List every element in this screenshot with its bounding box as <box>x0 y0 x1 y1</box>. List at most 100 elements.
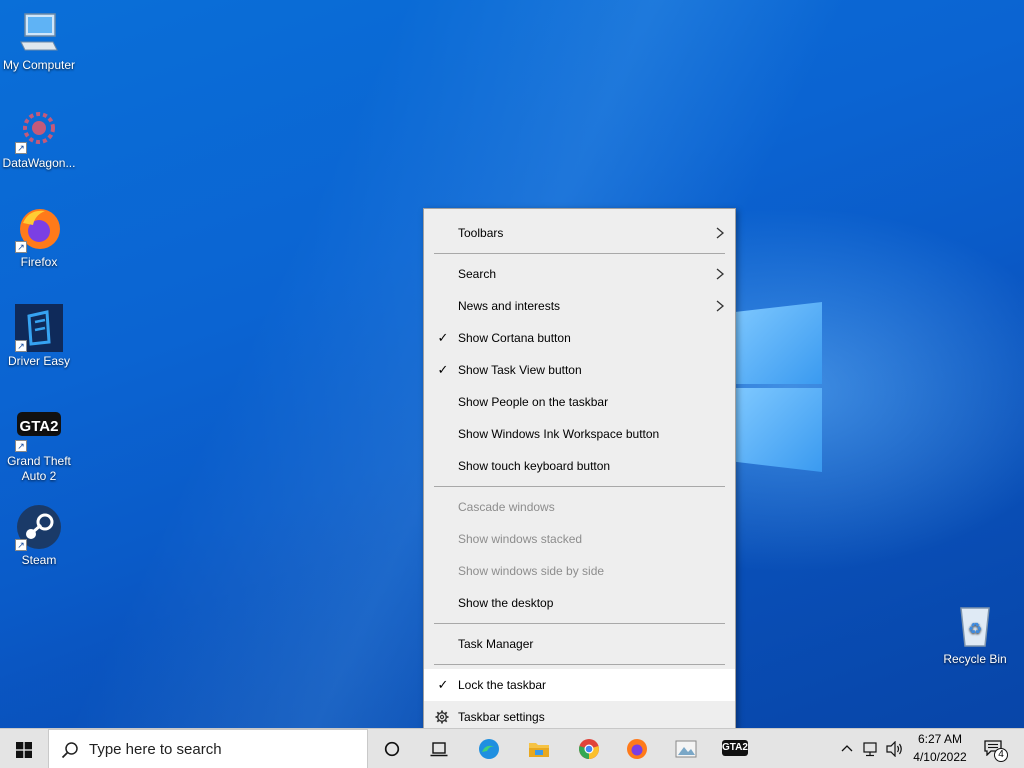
firefox-icon: ↗ <box>15 205 63 253</box>
menu-item-toolbars[interactable]: Toolbars <box>424 217 735 249</box>
checkmark-icon: ✓ <box>437 362 449 377</box>
menu-item-label: Taskbar settings <box>458 710 545 724</box>
shortcut-arrow-icon: ↗ <box>15 440 27 452</box>
cortana-button[interactable] <box>370 729 414 768</box>
menu-item-label: Show Task View button <box>458 363 582 377</box>
recycle-bin-icon: ♻ <box>951 602 999 650</box>
action-center-button[interactable]: 4 <box>976 729 1012 768</box>
menu-item-lock-the-taskbar[interactable]: ✓ Lock the taskbar <box>424 669 735 701</box>
gear-icon <box>435 710 449 724</box>
menu-item-news-and-interests[interactable]: News and interests <box>424 290 735 322</box>
taskbar-context-menu: Toolbars Search News and interests ✓ Sho… <box>423 208 736 742</box>
menu-item-show-windows-ink[interactable]: Show Windows Ink Workspace button <box>424 418 735 450</box>
network-tray-button[interactable] <box>860 729 882 768</box>
menu-item-label: Show the desktop <box>458 596 554 610</box>
desktop-icon-label: My Computer <box>2 58 76 72</box>
volume-tray-button[interactable] <box>884 729 906 768</box>
shortcut-arrow-icon: ↗ <box>15 539 27 551</box>
menu-item-show-windows-side-by-side: Show windows side by side <box>424 555 735 587</box>
gta2-logo-text: GTA2 <box>20 418 59 435</box>
driver-easy-icon: ↗ <box>15 304 63 352</box>
search-icon <box>61 742 78 759</box>
clock-button[interactable]: 6:27 AM 4/10/2022 <box>908 729 972 768</box>
datawagon-icon: ↗ <box>15 106 63 154</box>
taskbar-app-firefox[interactable] <box>616 729 660 768</box>
menu-item-show-cortana-button[interactable]: ✓ Show Cortana button <box>424 322 735 354</box>
desktop-icon-label: Grand Theft Auto 2 <box>7 454 71 483</box>
menu-item-label: Show windows stacked <box>458 532 583 546</box>
taskbar: Type here to search GTA2 6:27 AM 4/10/20… <box>0 728 1024 768</box>
menu-item-label: Lock the taskbar <box>458 678 547 692</box>
folder-icon <box>529 743 549 757</box>
chevron-up-icon <box>841 745 853 752</box>
desktop-icon-label: Steam <box>21 553 57 567</box>
menu-item-show-touch-keyboard[interactable]: Show touch keyboard button <box>424 450 735 482</box>
gta2-icon: GTA2 <box>722 740 748 756</box>
menu-item-cascade-windows: Cascade windows <box>424 491 735 523</box>
taskbar-app-chrome[interactable] <box>568 729 612 768</box>
clock-time: 6:27 AM <box>917 732 963 746</box>
chrome-icon <box>579 739 599 759</box>
clock-date: 4/10/2022 <box>913 750 967 764</box>
desktop-icon-driver-easy[interactable]: ↗ Driver Easy <box>0 304 78 369</box>
menu-item-show-task-view-button[interactable]: ✓ Show Task View button <box>424 354 735 386</box>
desktop-icon-datawagon[interactable]: ↗ DataWagon... <box>0 106 78 171</box>
desktop-icon-label: Firefox <box>20 255 58 269</box>
menu-item-label: News and interests <box>458 299 561 313</box>
desktop-icon-recycle-bin[interactable]: ♻ Recycle Bin <box>936 602 1014 667</box>
desktop-icon-label: DataWagon... <box>2 156 76 170</box>
taskbar-app-gta2[interactable]: GTA2 <box>714 729 758 768</box>
menu-item-task-manager[interactable]: Task Manager <box>424 628 735 660</box>
menu-item-show-windows-stacked: Show windows stacked <box>424 523 735 555</box>
show-hidden-icons-button[interactable] <box>836 729 858 768</box>
taskbar-app-file-explorer[interactable] <box>518 729 562 768</box>
menu-item-label: Task Manager <box>458 637 534 651</box>
menu-separator <box>434 623 725 624</box>
shortcut-arrow-icon: ↗ <box>15 241 27 253</box>
speaker-icon <box>886 741 902 757</box>
start-button[interactable] <box>0 729 48 768</box>
desktop-icon-my-computer[interactable]: My Computer <box>0 8 78 73</box>
menu-separator <box>434 486 725 487</box>
desktop-icon-firefox[interactable]: ↗ Firefox <box>0 205 78 270</box>
chevron-right-icon <box>716 227 725 239</box>
steam-icon: ↗ <box>15 503 63 551</box>
edge-icon <box>479 739 499 759</box>
checkmark-icon: ✓ <box>437 677 449 692</box>
menu-item-label: Show Cortana button <box>458 331 571 345</box>
windows-start-icon <box>16 742 32 758</box>
image-app-icon <box>675 740 697 758</box>
menu-item-label: Show People on the taskbar <box>458 395 609 409</box>
chevron-right-icon <box>716 300 725 312</box>
menu-item-label: Search <box>458 267 497 281</box>
menu-item-show-people[interactable]: Show People on the taskbar <box>424 386 735 418</box>
taskbar-app-paint[interactable] <box>664 729 708 768</box>
windows-logo-wallpaper <box>736 288 824 482</box>
menu-item-search[interactable]: Search <box>424 258 735 290</box>
menu-item-label: Show Windows Ink Workspace button <box>458 427 660 441</box>
search-placeholder: Type here to search <box>89 741 222 758</box>
desktop-icon-label: Recycle Bin <box>943 652 1007 666</box>
svg-text:♻: ♻ <box>968 619 982 638</box>
menu-item-label: Toolbars <box>458 226 504 240</box>
checkmark-icon: ✓ <box>437 330 449 345</box>
menu-item-show-the-desktop[interactable]: Show the desktop <box>424 587 735 619</box>
menu-separator <box>434 253 725 254</box>
desktop-icon-label: Driver Easy <box>7 354 70 368</box>
menu-item-label: Cascade windows <box>458 500 555 514</box>
taskbar-app-edge[interactable] <box>468 729 512 768</box>
task-view-button[interactable] <box>416 729 460 768</box>
network-icon <box>863 742 877 757</box>
chevron-right-icon <box>716 268 725 280</box>
gta2-icon: GTA2 ↗ <box>15 404 63 452</box>
menu-item-label: Show windows side by side <box>458 564 605 578</box>
task-view-icon <box>430 742 448 757</box>
desktop-icon-steam[interactable]: ↗ Steam <box>0 503 78 568</box>
desktop-icon-gta2[interactable]: GTA2 ↗ Grand Theft Auto 2 <box>0 404 78 484</box>
taskbar-search-box[interactable]: Type here to search <box>48 729 368 768</box>
menu-separator <box>434 664 725 665</box>
menu-item-label: Show touch keyboard button <box>458 459 611 473</box>
firefox-icon <box>627 739 647 759</box>
notification-count-badge: 4 <box>994 748 1008 762</box>
cortana-icon <box>384 741 400 757</box>
